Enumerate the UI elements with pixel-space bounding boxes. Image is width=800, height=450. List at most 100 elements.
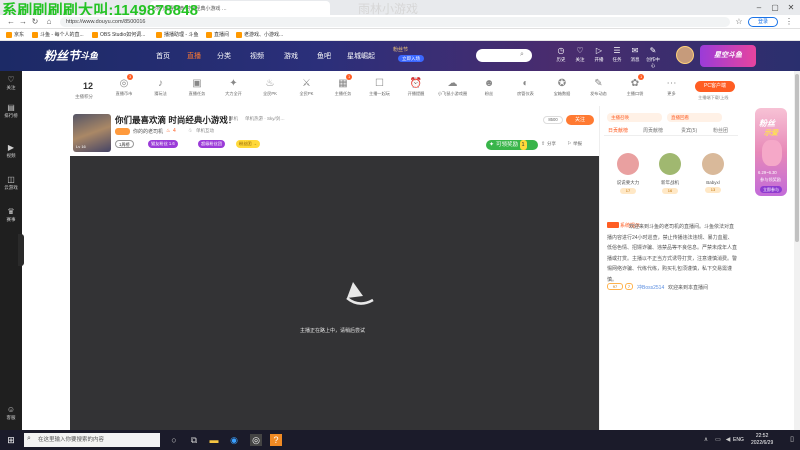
fan-rank-item[interactable]: 新年战机 16 <box>655 153 685 194</box>
file-explorer-icon[interactable]: ▬ <box>208 434 220 446</box>
promo-join-button[interactable]: 立即参与 <box>760 186 782 193</box>
fan-rank-item[interactable]: 说说要大力 17 <box>613 153 643 194</box>
fan-rank-item[interactable]: Babyxl 13 <box>698 153 728 193</box>
tool-more[interactable]: ⋯ 更多 <box>657 78 687 97</box>
tool-fan-medal[interactable]: ◎ 直播币市 <box>109 78 139 97</box>
close-icon[interactable]: ✕ <box>784 2 798 13</box>
stream-category-tag[interactable]: 单机 <box>229 116 238 122</box>
site-logo[interactable]: 粉丝节 <box>44 47 80 64</box>
replay-tag[interactable]: 直播回看 <box>667 113 722 122</box>
url-input[interactable]: https://www.douyu.com/8500016 <box>60 17 730 27</box>
tool-user[interactable]: ☻ 粉丝 <box>474 78 504 97</box>
sidebar-item-ranking[interactable]: ▤ 排行榜 <box>0 103 22 119</box>
header-message[interactable]: ✉ 消息 <box>627 46 643 63</box>
pc-client-button[interactable]: PC客户端 <box>695 81 735 92</box>
widgets-icon[interactable]: ⧉ <box>188 434 200 446</box>
task-view-icon[interactable]: ○ <box>168 434 180 446</box>
header-live[interactable]: ▷ 开播 <box>591 46 607 63</box>
bookmark-item[interactable]: 播播助理 - 斗鱼 <box>156 31 198 38</box>
pill-super-fans[interactable]: 超级粉丝团 <box>198 140 225 148</box>
fan-level: 16 <box>662 188 678 194</box>
streamer-name[interactable]: 你的的老司机 <box>133 128 163 135</box>
scrollbar-thumb[interactable] <box>795 74 799 242</box>
share-icon: ⇧ <box>541 141 546 147</box>
video-player[interactable] <box>70 156 599 433</box>
fan-festival-badge[interactable]: 立即入场 <box>398 55 424 62</box>
tool-pk[interactable]: ⚔ 全民PK <box>292 78 322 97</box>
sidebar-item-follow[interactable]: ♡ 关注 <box>0 75 22 91</box>
tool-fire[interactable]: ♨ 全民PK <box>255 78 285 97</box>
tool-edit[interactable]: ✎ 发布动态 <box>584 78 614 97</box>
tool-dashboard[interactable]: ◐ 房管仪表 <box>511 78 541 97</box>
pill-fans[interactable]: 猫友粉丝 1.6 <box>148 140 178 148</box>
tray-chevron-icon[interactable]: ∧ <box>700 434 712 446</box>
menu-icon[interactable]: ⋮ <box>784 17 794 27</box>
nav-home[interactable]: 首页 <box>156 51 170 61</box>
douyu-app-icon[interactable]: ? <box>270 434 282 446</box>
tool-interact[interactable]: ▣ 直播任务 <box>182 78 212 97</box>
tool-cloud[interactable]: ☁ 小飞鼠小游戏圈 <box>438 78 468 97</box>
nav-live[interactable]: 直播 <box>187 51 201 61</box>
tool-book[interactable]: ☐ 主播一起玩 <box>365 78 395 97</box>
taskbar-search[interactable]: 在这里输入你要搜索的内容 <box>24 433 160 447</box>
sidebar-item-video[interactable]: ▶ 视频 <box>0 143 22 159</box>
back-icon[interactable]: ← <box>6 17 16 27</box>
bookmark-item[interactable]: 老游戏、小游戏... <box>236 31 283 38</box>
browser-login-button[interactable]: 登录 <box>748 17 778 27</box>
header-promo-banner[interactable]: 星空斗鱼 <box>700 45 756 67</box>
follow-button[interactable]: 关注 <box>566 115 594 125</box>
chat-username[interactable]: 冲Boss2514 <box>637 284 664 291</box>
bookmark-item[interactable]: OBS Studio如何调... <box>92 31 145 38</box>
sidebar-item-service[interactable]: ☺ 客服 <box>0 405 22 421</box>
header-follow[interactable]: ♡ 关注 <box>572 46 588 63</box>
avatar[interactable] <box>676 46 694 64</box>
tab-fan-group[interactable]: 粉丝团 <box>713 127 728 134</box>
obs-icon[interactable]: ◎ <box>250 434 262 446</box>
bookmark-item[interactable]: 斗鱼 - 每个人的直... <box>32 31 84 38</box>
header-history[interactable]: ◷ 历史 <box>553 46 569 63</box>
star-icon[interactable]: ☆ <box>734 17 744 27</box>
tool-entry[interactable]: ✿ 主播口袋 <box>620 78 650 97</box>
edge-icon[interactable]: ◉ <box>228 434 240 446</box>
reload-icon[interactable]: ↻ <box>30 17 40 27</box>
tool-treasure[interactable]: ✪ 宝箱数据 <box>547 78 577 97</box>
maximize-icon[interactable]: ▢ <box>768 2 782 13</box>
header-creator[interactable]: ✎ 创作中心 <box>645 46 661 69</box>
pill-fan-group[interactable]: 粉丝团 → <box>236 140 260 148</box>
tool-gift[interactable]: ✦ 大力全开 <box>219 78 249 97</box>
header-task[interactable]: ☰ 任务 <box>609 46 625 63</box>
bookmark-item[interactable]: 京东 <box>6 31 24 38</box>
tool-task[interactable]: ▦ 主播任务 <box>328 78 358 97</box>
nav-yuba[interactable]: 鱼吧 <box>317 51 331 61</box>
share-button[interactable]: 分享 <box>547 141 556 147</box>
home-icon[interactable]: ⌂ <box>44 17 54 27</box>
report-button[interactable]: 举报 <box>573 141 582 147</box>
sidebar-item-events[interactable]: ♛ 赛事 <box>0 207 22 223</box>
edit-icon: ✎ <box>594 78 603 89</box>
sidebar-item-cloud-game[interactable]: ◫ 云游戏 <box>0 175 22 191</box>
nav-video[interactable]: 视频 <box>250 51 264 61</box>
sidebar-collapse-handle[interactable] <box>18 234 24 266</box>
minimize-icon[interactable]: – <box>752 2 766 13</box>
search-icon[interactable]: ⌕ <box>520 51 524 59</box>
notification-icon[interactable]: ▯ <box>786 434 798 446</box>
tab-vip[interactable]: 贵宾(5) <box>681 127 697 134</box>
category-label[interactable]: 单机互动 <box>196 128 214 134</box>
bookmark-item[interactable]: 直播间 <box>206 31 229 38</box>
pill-weekly[interactable]: 1周榜 <box>115 140 134 148</box>
tool-label: 小飞鼠小游戏圈 <box>437 91 468 96</box>
windows-start-icon[interactable]: ⊞ <box>5 434 17 446</box>
tool-quiz[interactable]: ♪ 猜玩法 <box>146 78 176 97</box>
nav-category[interactable]: 分类 <box>217 51 231 61</box>
language-indicator[interactable]: ENG <box>733 437 744 443</box>
clock[interactable]: 22:52 2022/6/29 <box>751 433 773 447</box>
anchor-summon-tag[interactable]: 主播召唤 <box>607 113 662 122</box>
nav-xingcheng[interactable]: 星城崛起 <box>347 51 375 61</box>
forward-icon[interactable]: → <box>18 17 28 27</box>
tab-daily-rank[interactable]: 日贡献榜 <box>608 127 628 134</box>
stream-subcategory-tag[interactable]: 单机热游 · Sky/剑… <box>245 116 285 122</box>
tab-weekly-rank[interactable]: 周贡献榜 <box>643 127 663 134</box>
trophy-icon: ♛ <box>7 207 15 216</box>
tool-alarm[interactable]: ⏰ 开播提醒 <box>401 78 431 97</box>
nav-game[interactable]: 游戏 <box>284 51 298 61</box>
